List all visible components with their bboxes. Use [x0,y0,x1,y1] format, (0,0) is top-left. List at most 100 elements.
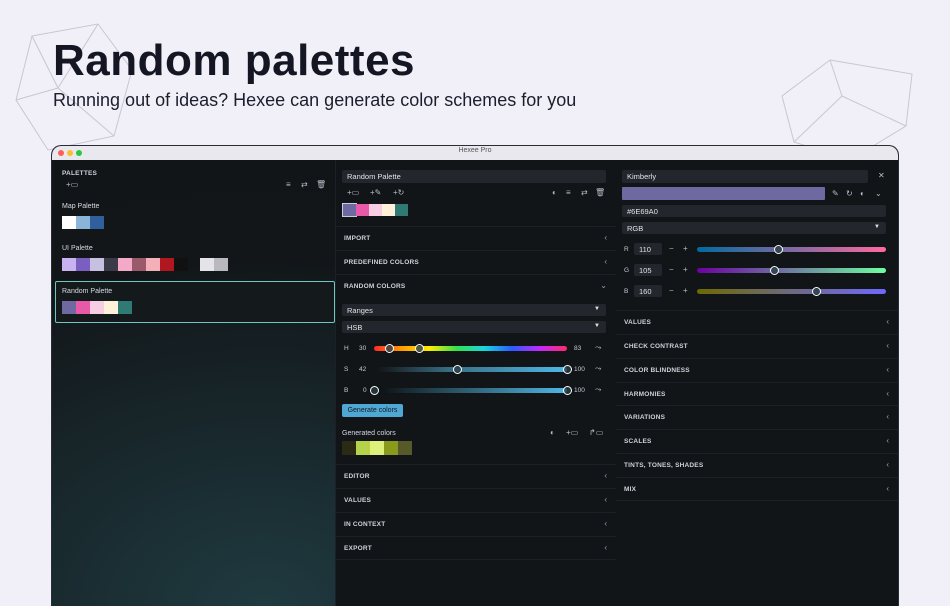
add-picker-icon[interactable]: +✎ [370,189,381,197]
color-swatch[interactable] [132,258,146,271]
color-swatch[interactable] [76,216,90,229]
color-swatch[interactable] [62,258,76,271]
section-harmonies[interactable]: HARMONIES ‹ [616,382,898,405]
g-value-input[interactable]: 105 [634,264,662,276]
section-predefined-colors[interactable]: PREDEFINED COLORS ‹ [336,250,616,273]
color-name-input[interactable]: Kimberly [622,170,868,183]
color-swatch[interactable] [90,301,104,314]
section-values[interactable]: VALUES ‹ [336,488,616,511]
color-swatch[interactable] [90,216,104,229]
add-palette-icon[interactable]: +▭ [66,181,78,189]
eyedropper-icon[interactable]: ✎ [832,190,839,198]
random-range-icon[interactable]: ⤳ [595,344,601,352]
section-color-blindness[interactable]: COLOR BLINDNESS ‹ [616,358,898,381]
color-swatch[interactable] [384,441,398,455]
palette-card-map[interactable]: Map Palette [55,198,333,238]
contrast-icon[interactable]: ◐ [550,429,555,437]
s-max-handle[interactable] [563,365,572,374]
color-swatch[interactable] [370,441,384,455]
color-mode-select[interactable]: RGB ▼ [622,222,886,234]
color-swatch[interactable] [160,258,174,271]
color-swatch[interactable] [76,258,90,271]
color-swatch[interactable] [146,258,160,271]
plus-icon[interactable]: + [683,266,688,274]
color-swatch[interactable] [62,216,76,229]
sort-icon[interactable]: ≡ [566,189,571,197]
color-swatch[interactable] [62,301,76,314]
mode-select[interactable]: Ranges ▼ [342,304,606,316]
section-variations[interactable]: VARIATIONS ‹ [616,405,898,428]
palette-name-input[interactable]: Random Palette [342,170,606,183]
green-slider-track[interactable] [697,268,886,273]
palette-card-random[interactable]: Random Palette [55,281,335,323]
green-slider-handle[interactable] [770,266,780,275]
hue-range-track[interactable] [374,346,567,351]
h-max-handle[interactable] [415,344,424,353]
random-range-icon[interactable]: ⤳ [595,365,601,373]
minus-icon[interactable]: − [669,287,674,295]
palette-card-ui[interactable]: UI Palette [55,240,333,280]
chevron-down-icon[interactable]: ⌄ [875,190,882,198]
b-value-input[interactable]: 160 [634,285,662,297]
color-swatch[interactable] [214,258,228,271]
red-slider-handle[interactable] [774,245,784,254]
add-random-icon[interactable]: +↻ [393,189,404,197]
swap-icon[interactable]: ⇄ [581,189,588,197]
color-swatch[interactable] [118,258,132,271]
color-swatch[interactable] [118,301,132,314]
color-swatch[interactable] [369,204,382,216]
plus-icon[interactable]: + [683,245,688,253]
section-in-context[interactable]: IN CONTEXT ‹ [336,512,616,535]
random-range-icon[interactable]: ⤳ [595,386,601,394]
sort-icon[interactable]: ≡ [286,181,291,189]
contrast-icon[interactable]: ◐ [552,189,557,197]
blue-slider-track[interactable] [697,289,886,294]
color-swatch[interactable] [382,204,395,216]
section-check-contrast[interactable]: CHECK CONTRAST ‹ [616,334,898,357]
add-color-icon[interactable]: +▭ [347,189,359,197]
color-swatch[interactable] [76,301,90,314]
minus-icon[interactable]: − [669,266,674,274]
brightness-range-track[interactable] [374,388,567,393]
color-swatch[interactable] [398,441,412,455]
minus-icon[interactable]: − [669,245,674,253]
section-random-colors[interactable]: RANDOM COLORS ⌄ [336,274,616,297]
section-export[interactable]: EXPORT ‹ [336,536,616,560]
s-min-handle[interactable] [453,365,462,374]
color-swatch[interactable] [104,258,118,271]
color-swatch[interactable] [356,204,369,216]
contrast-icon[interactable]: ◐ [860,190,865,198]
blue-slider-handle[interactable] [812,287,822,296]
section-import[interactable]: IMPORT ‹ [336,226,616,249]
b-max-handle[interactable] [563,386,572,395]
red-slider-track[interactable] [697,247,886,252]
color-swatch[interactable] [395,204,408,216]
close-inspector-icon[interactable]: ✕ [878,172,885,180]
section-editor[interactable]: EDITOR ‹ [336,464,616,487]
color-swatch[interactable] [104,301,118,314]
trash-icon[interactable]: 🗑 [316,181,326,189]
section-tints-tones-shades[interactable]: TINTS, TONES, SHADES ‹ [616,453,898,476]
section-mix[interactable]: MIX ‹ [616,477,898,501]
replace-palette-icon[interactable]: ↱▭ [589,429,603,437]
color-swatch[interactable] [342,441,356,455]
h-min-handle[interactable] [385,344,394,353]
plus-icon[interactable]: + [683,287,688,295]
trash-icon[interactable]: 🗑 [595,189,605,197]
b-min-handle[interactable] [370,386,379,395]
color-swatch[interactable] [356,441,370,455]
section-values[interactable]: VALUES ‹ [616,310,898,333]
hex-input[interactable]: #6E69A0 [622,205,886,217]
generate-colors-button[interactable]: Generate colors [342,404,403,417]
section-scales[interactable]: SCALES ‹ [616,429,898,452]
color-swatch[interactable] [342,203,357,217]
refresh-icon[interactable]: ↻ [846,190,853,198]
color-swatch[interactable] [174,258,188,271]
r-value-input[interactable]: 110 [634,243,662,255]
color-space-select[interactable]: HSB ▼ [342,321,606,333]
add-to-palette-icon[interactable]: +▭ [566,429,578,437]
saturation-range-track[interactable] [374,367,567,372]
color-swatch[interactable] [200,258,214,271]
swap-icon[interactable]: ⇄ [301,181,308,189]
color-swatch[interactable] [90,258,104,271]
